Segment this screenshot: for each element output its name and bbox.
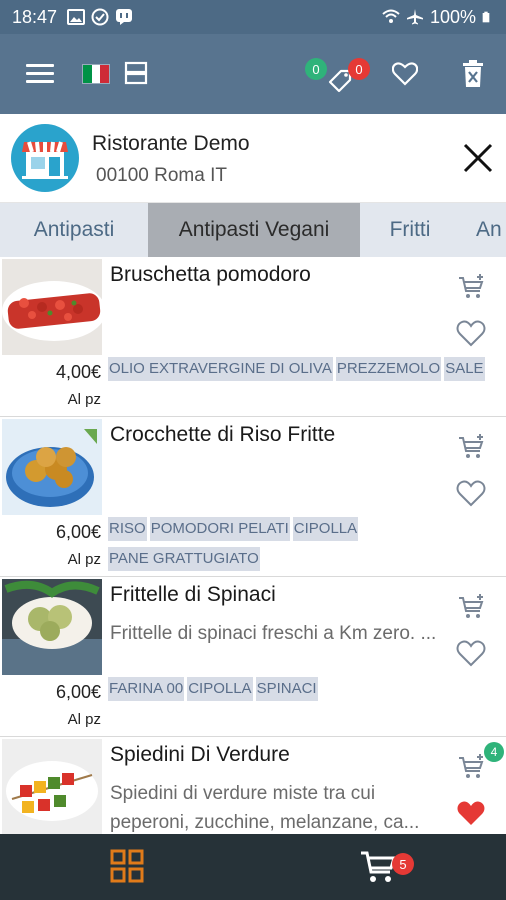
product-image bbox=[2, 259, 102, 355]
product-description: Spiedini di verdure miste tra cui pepero… bbox=[110, 783, 420, 833]
wifi-icon bbox=[382, 9, 400, 23]
status-bar: 18:47 100% bbox=[0, 0, 506, 34]
close-icon[interactable] bbox=[462, 142, 494, 174]
favorite-heart-filled-icon[interactable] bbox=[456, 799, 486, 827]
airplane-icon bbox=[406, 9, 423, 25]
restaurant-address: 00100 Roma IT bbox=[96, 165, 227, 186]
bottom-navigation: 5 bbox=[0, 834, 506, 900]
product-name: Crocchette di Riso Fritte bbox=[110, 423, 336, 446]
chat-icon bbox=[116, 9, 133, 25]
favorite-heart-icon[interactable] bbox=[456, 479, 486, 507]
ingredient-tag: POMODORI PELATI bbox=[149, 517, 290, 541]
favorite-heart-icon[interactable] bbox=[456, 639, 486, 667]
add-to-cart-icon[interactable] bbox=[458, 273, 486, 301]
store-icon bbox=[11, 124, 79, 192]
tag-count-red-badge: 0 bbox=[348, 58, 370, 80]
trash-icon[interactable] bbox=[462, 60, 484, 88]
product-name: Spiedini Di Verdure bbox=[110, 743, 290, 766]
product-item[interactable]: Crocchette di Riso Fritte 6,00€ Al pz RI… bbox=[0, 417, 506, 577]
battery-icon bbox=[482, 11, 490, 23]
ingredient-tags: FARINA 00 CIPOLLA SPINACI bbox=[108, 677, 486, 701]
product-name: Frittelle di Spinaci bbox=[110, 583, 276, 606]
add-to-cart-icon[interactable] bbox=[458, 593, 486, 621]
ingredient-tag: SPINACI bbox=[255, 677, 318, 701]
menu-icon[interactable] bbox=[26, 64, 54, 84]
product-image bbox=[2, 579, 102, 675]
product-unit: Al pz bbox=[67, 551, 101, 568]
product-price: 4,00€ bbox=[55, 362, 101, 382]
ingredient-tag: CIPOLLA bbox=[292, 517, 359, 541]
restaurant-header: Ristorante Demo 00100 Roma IT bbox=[0, 114, 506, 203]
favorite-heart-icon[interactable] bbox=[456, 319, 486, 347]
add-to-cart-icon[interactable] bbox=[458, 433, 486, 461]
favorites-heart-icon[interactable] bbox=[392, 62, 418, 86]
product-price: 6,00€ bbox=[55, 682, 101, 702]
product-item[interactable]: Frittelle di Spinaci Frittelle di spinac… bbox=[0, 577, 506, 737]
product-price: 6,00€ bbox=[55, 522, 101, 542]
ingredient-tag: CIPOLLA bbox=[187, 677, 253, 701]
cart-count-badge: 4 bbox=[484, 742, 504, 762]
ingredient-tag: FARINA 00 bbox=[108, 677, 185, 701]
product-unit: Al pz bbox=[67, 391, 101, 408]
image-icon bbox=[67, 9, 86, 25]
add-to-cart-icon[interactable] bbox=[458, 753, 486, 781]
product-unit: Al pz bbox=[67, 711, 101, 728]
check-circle-icon bbox=[91, 8, 109, 26]
ingredient-tag: PREZZEMOLO bbox=[335, 357, 442, 381]
app-bar: 0 0 bbox=[0, 34, 506, 114]
tab-antipasti[interactable]: Antipasti bbox=[0, 203, 148, 257]
ingredient-tag: RISO bbox=[108, 517, 147, 541]
ingredient-tags: OLIO EXTRAVERGINE DI OLIVA PREZZEMOLO SA… bbox=[108, 357, 486, 381]
product-name: Bruschetta pomodoro bbox=[110, 263, 311, 286]
cart-badge: 5 bbox=[392, 853, 414, 875]
category-tabs: Antipasti Antipasti Vegani Fritti An bbox=[0, 203, 506, 257]
ingredient-tag: PANE GRATTUGIATO bbox=[108, 547, 260, 571]
status-time: 18:47 bbox=[12, 6, 58, 27]
product-image bbox=[2, 739, 102, 835]
italian-flag-icon[interactable] bbox=[82, 64, 110, 84]
product-item[interactable]: Bruschetta pomodoro 4,00€ Al pz OLIO EXT… bbox=[0, 257, 506, 417]
battery-percent: 100% bbox=[429, 6, 476, 27]
tag-count-green-badge: 0 bbox=[305, 58, 327, 80]
ingredient-tag: SALE bbox=[444, 357, 485, 381]
product-image bbox=[2, 419, 102, 515]
layout-toggle-icon[interactable] bbox=[124, 61, 148, 85]
ingredient-tags: RISO POMODORI PELATI CIPOLLA PANE GRATTU… bbox=[108, 517, 486, 571]
grid-menu-icon[interactable] bbox=[110, 849, 144, 883]
ingredient-tag: OLIO EXTRAVERGINE DI OLIVA bbox=[108, 357, 333, 381]
tab-more[interactable]: An bbox=[476, 203, 506, 257]
tab-fritti[interactable]: Fritti bbox=[360, 203, 460, 257]
tab-antipasti-vegani[interactable]: Antipasti Vegani bbox=[148, 203, 360, 257]
product-description: Frittelle di spinaci freschi a Km zero. … bbox=[110, 623, 437, 644]
restaurant-name: Ristorante Demo bbox=[92, 132, 250, 155]
